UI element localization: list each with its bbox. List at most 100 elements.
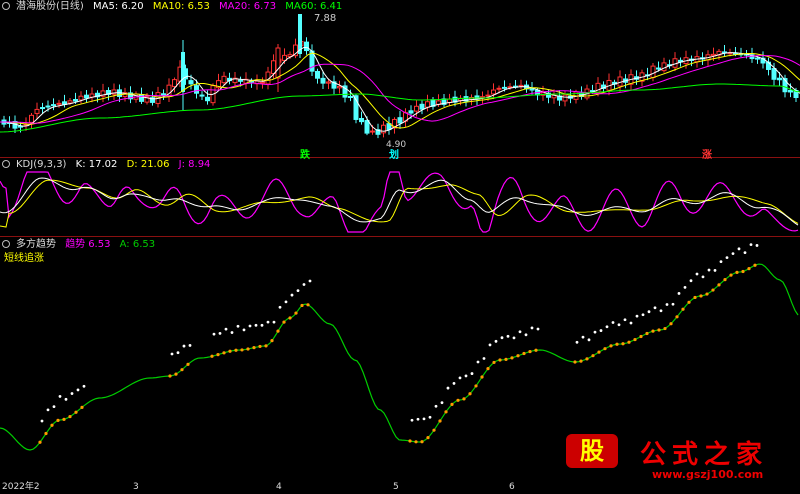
trend-marker: [530, 326, 534, 330]
trend-marker: [416, 417, 420, 421]
candle-body: [337, 85, 342, 89]
trend-dot: [210, 354, 214, 358]
trend-marker: [224, 327, 228, 331]
candle-body: [56, 102, 62, 105]
high-price-label: 7.88: [314, 13, 337, 24]
trend-marker: [500, 336, 504, 340]
trend-marker: [665, 303, 669, 306]
trend-dot: [432, 428, 436, 432]
low-price-label: 4.90: [386, 140, 407, 150]
trend-marker: [611, 321, 615, 324]
gear-icon[interactable]: [2, 160, 10, 168]
trend-marker: [464, 374, 468, 378]
trend-a-label: A: 6.53: [119, 239, 156, 250]
signal-label-3: 涨: [702, 150, 712, 161]
trend-title: 多方趋势: [16, 239, 56, 250]
trend-dot: [216, 352, 220, 357]
candle-body: [397, 117, 403, 124]
trend-marker: [593, 330, 597, 334]
trend-marker: [689, 279, 693, 283]
trend-marker: [623, 318, 627, 322]
trend-dot: [603, 347, 607, 351]
candle-body: [370, 130, 375, 133]
ma5-label: MA5: 6.20: [93, 1, 144, 12]
trend-dot: [534, 348, 538, 352]
trend-dot: [462, 397, 466, 401]
trend-dot: [288, 316, 292, 320]
trend-marker: [254, 323, 258, 327]
trend-dot: [246, 347, 250, 351]
candle-body: [45, 105, 51, 108]
trend-dot: [639, 334, 643, 339]
watermark-logo: 股 公式之家 www.gszj100.com: [560, 432, 800, 482]
trend-marker: [599, 329, 603, 332]
trend-dot: [717, 283, 721, 287]
trend-marker: [428, 415, 432, 419]
trend-dot: [222, 351, 226, 355]
trend-dot: [234, 348, 238, 352]
trend-marker: [76, 388, 80, 392]
trend-dot: [38, 440, 42, 444]
trend-marker: [488, 343, 492, 347]
candle-body: [359, 117, 364, 123]
trend-dot: [597, 350, 601, 354]
logo-title: 公式之家: [640, 440, 769, 470]
candle-body: [51, 104, 56, 107]
trend-dot: [504, 357, 508, 361]
trend-marker: [302, 283, 306, 286]
trend-marker: [440, 401, 444, 405]
ma60-label: MA60: 6.41: [285, 1, 343, 12]
trend-dot: [609, 344, 613, 348]
candle-body: [304, 41, 309, 52]
trend-marker: [653, 306, 657, 310]
trend-marker: [290, 293, 294, 297]
trend-marker: [707, 268, 711, 272]
trend-marker: [46, 408, 50, 412]
stock-title: 潜海股份(日线): [16, 1, 84, 12]
ma20-label: MA20: 6.73: [219, 1, 277, 12]
trend-dot: [50, 423, 54, 427]
candle-body: [67, 100, 73, 104]
trend-marker: [248, 324, 252, 328]
trend-dot: [44, 431, 48, 436]
candle-body: [755, 57, 760, 60]
trend-dot: [705, 292, 709, 296]
trend-marker: [695, 272, 699, 276]
trend-marker: [272, 320, 276, 324]
candle-body: [496, 87, 502, 90]
trend-marker: [284, 300, 288, 304]
trend-marker: [701, 275, 705, 279]
trend-dot: [468, 392, 472, 396]
trend-marker: [524, 333, 528, 337]
trend-marker: [482, 357, 486, 360]
trend-line: [0, 263, 799, 451]
trend-dot: [510, 356, 514, 360]
candle-body: [661, 62, 667, 72]
gear-icon[interactable]: [2, 2, 10, 10]
trend-dot: [300, 303, 304, 308]
trend-marker: [470, 372, 474, 375]
ma10-label: MA10: 6.53: [152, 1, 210, 12]
trend-dot: [729, 273, 733, 277]
candle-body: [34, 108, 40, 114]
trend-marker: [713, 269, 717, 272]
candle-body: [491, 89, 496, 95]
trend-marker: [737, 247, 741, 251]
candle-body: [650, 65, 656, 79]
trend-dot: [276, 329, 280, 333]
trend-dot: [585, 357, 589, 361]
trend-marker: [236, 324, 240, 328]
trend-dot: [498, 358, 502, 362]
trend-marker: [506, 334, 510, 338]
gear-icon[interactable]: [2, 240, 10, 248]
trend-marker: [641, 313, 645, 317]
axis-label-may: 5: [393, 482, 399, 492]
trend-dot: [627, 340, 631, 344]
trend-marker: [242, 328, 246, 332]
signal-label-1: 跌: [300, 150, 310, 161]
trend-marker: [581, 335, 585, 339]
candle-body: [194, 85, 199, 94]
trend-dot: [486, 367, 490, 371]
trend-marker: [635, 314, 639, 318]
candle-body: [777, 77, 782, 81]
